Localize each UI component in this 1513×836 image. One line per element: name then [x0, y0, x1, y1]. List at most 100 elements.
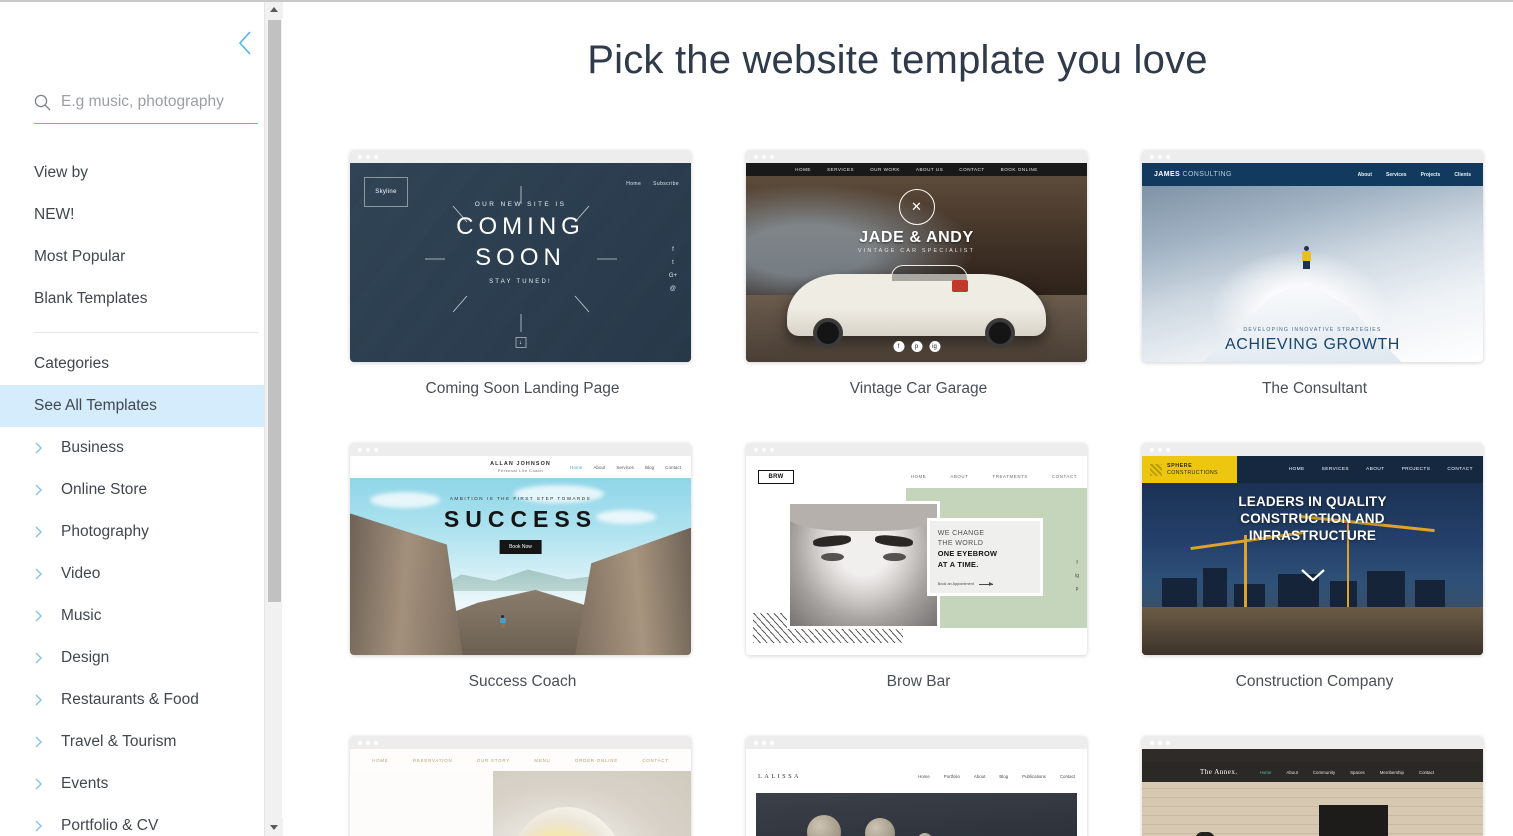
template-thumbnail[interactable]: HOME RESERVATION OUR STORY MENU ORDER ON…: [350, 736, 691, 836]
nav-link: HOME: [795, 167, 811, 172]
social-links: f p ig: [893, 341, 940, 352]
template-thumbnail[interactable]: Skyline Home Subscribe OUR NEW SITE IS C…: [350, 150, 691, 362]
sidebar-item-design[interactable]: Design: [0, 637, 282, 679]
template-headline-l1: LEADERS IN QUALITY: [1238, 494, 1387, 509]
social-links: f ig p: [1075, 560, 1079, 592]
window-dot-icon: [374, 154, 378, 159]
sidebar-item-label: Events: [61, 775, 109, 792]
browser-chrome-bar: [350, 150, 691, 163]
browser-chrome-bar: [746, 443, 1087, 456]
sidebar-divider: [34, 332, 258, 333]
chevron-right-icon: [34, 651, 56, 665]
sidebar-item-travel-tourism[interactable]: Travel & Tourism: [0, 721, 282, 763]
nav-link: Clients: [1454, 171, 1471, 178]
nav-link: Subscribe: [653, 181, 679, 187]
template-thumbnail[interactable]: The Annex. Home About Community Spaces M…: [1142, 736, 1483, 836]
scroll-up-button[interactable]: [265, 0, 283, 18]
sidebar-item-blank-templates[interactable]: Blank Templates: [0, 278, 282, 320]
nav-link: Home: [918, 773, 930, 779]
nav-link: Publications: [1022, 773, 1046, 779]
window-dot-icon: [1150, 740, 1154, 745]
nav-link: Spaces: [1350, 769, 1365, 775]
window-top-border: [0, 0, 1513, 2]
template-preview: Skyline Home Subscribe OUR NEW SITE IS C…: [350, 163, 691, 362]
sidebar-item-business[interactable]: Business: [0, 427, 282, 469]
nav-link: Community: [1312, 769, 1336, 775]
template-pre-headline: AMBITION IS THE FIRST STEP TOWARDS: [449, 496, 592, 501]
template-card[interactable]: HOME SERVICES OUR WORK ABOUT US CONTACT …: [746, 150, 1091, 398]
browser-chrome-bar: [746, 736, 1087, 749]
window-dot-icon: [358, 740, 362, 745]
template-card[interactable]: HOME RESERVATION OUR STORY MENU ORDER ON…: [350, 736, 695, 836]
window-dot-icon: [366, 154, 370, 159]
template-thumbnail[interactable]: JAMES CONSULTING About Services Projects…: [1142, 150, 1483, 362]
sidebar-item-most-popular[interactable]: Most Popular: [0, 236, 282, 278]
template-thumbnail[interactable]: LALISSA Home Portfolio About Blog Public…: [746, 736, 1087, 836]
sidebar-item-new[interactable]: NEW!: [0, 194, 282, 236]
window-dot-icon: [358, 154, 362, 159]
template-card[interactable]: Skyline Home Subscribe OUR NEW SITE IS C…: [350, 150, 695, 398]
window-dot-icon: [1158, 447, 1162, 452]
chevron-right-icon: [34, 609, 56, 623]
sidebar-item-events[interactable]: Events: [0, 763, 282, 805]
template-thumbnail[interactable]: SPHERE CONSTRUCTIONS HOME SERVICES ABOUT…: [1142, 443, 1483, 655]
sidebar-scrollbar[interactable]: [264, 0, 283, 836]
scrollbar-thumb[interactable]: [268, 20, 281, 602]
sidebar-item-label: Restaurants & Food: [61, 691, 199, 708]
nav-link: Services: [616, 464, 634, 470]
nav-link: OUR WORK: [870, 167, 900, 172]
window-dot-icon: [754, 447, 758, 452]
nav-link: Projects: [1420, 171, 1441, 178]
triangle-up-icon: [270, 6, 278, 12]
search-input[interactable]: [61, 92, 251, 117]
nav-link: SERVICES: [1321, 467, 1350, 472]
sidebar-item-restaurants-food[interactable]: Restaurants & Food: [0, 679, 282, 721]
template-card[interactable]: BRW HOME ABOUT TREATMENTS CONTACT WE CHA…: [746, 443, 1091, 691]
window-dot-icon: [762, 447, 766, 452]
search-box[interactable]: [34, 86, 258, 124]
sidebar-item-label: Online Store: [61, 481, 148, 498]
template-card[interactable]: SPHERE CONSTRUCTIONS HOME SERVICES ABOUT…: [1142, 443, 1487, 691]
sidebar-item-video[interactable]: Video: [0, 553, 282, 595]
arrow-right-icon: [978, 581, 993, 586]
template-cta-button: Book Now: [499, 540, 542, 554]
template-card[interactable]: LALISSA Home Portfolio About Blog Public…: [746, 736, 1091, 836]
template-preview: SPHERE CONSTRUCTIONS HOME SERVICES ABOUT…: [1142, 456, 1483, 655]
googleplus-icon: G+: [668, 273, 677, 279]
scroll-down-button[interactable]: [265, 818, 283, 836]
template-pre-headline: OUR NEW SITE IS: [474, 201, 567, 208]
nav-link: Contact: [665, 464, 681, 470]
window-dot-icon: [374, 740, 378, 745]
sidebar-item-portfolio-cv[interactable]: Portfolio & CV: [0, 805, 282, 836]
template-logo: ALLAN JOHNSON Personal Life Coach: [490, 461, 551, 473]
sidebar-collapse-button[interactable]: [230, 26, 260, 60]
sidebar-item-label: Business: [61, 439, 124, 456]
template-preview: BRW HOME ABOUT TREATMENTS CONTACT WE CHA…: [746, 456, 1087, 655]
template-card[interactable]: ALLAN JOHNSON Personal Life Coach Home A…: [350, 443, 695, 691]
sidebar-item-music[interactable]: Music: [0, 595, 282, 637]
nav-link: ABOUT US: [915, 167, 944, 172]
nav-link: About: [593, 464, 606, 470]
window-dot-icon: [770, 154, 774, 159]
sidebar-item-label: Video: [61, 565, 101, 582]
sidebar-item-photography[interactable]: Photography: [0, 511, 282, 553]
template-logo-line2: CONSTRUCTIONS: [1167, 469, 1218, 476]
template-headline: JADE & ANDY: [859, 229, 974, 246]
template-brand-bold: JAMES: [1154, 171, 1181, 178]
template-card[interactable]: JAMES CONSULTING About Services Projects…: [1142, 150, 1487, 398]
template-nav: HOME ABOUT TREATMENTS CONTACT: [911, 474, 1077, 479]
sidebar-item-online-store[interactable]: Online Store: [0, 469, 282, 511]
sidebar-item-see-all-templates[interactable]: See All Templates: [0, 385, 282, 427]
template-thumbnail[interactable]: HOME SERVICES OUR WORK ABOUT US CONTACT …: [746, 150, 1087, 362]
template-headline-l4: AT A TIME.: [937, 560, 979, 570]
chevron-right-icon: [34, 441, 56, 455]
sidebar-item-label: Photography: [61, 523, 149, 540]
sidebar-item-label: Music: [61, 607, 102, 624]
main-content: Pick the website template you love Skyli…: [282, 0, 1513, 836]
template-thumbnail[interactable]: ALLAN JOHNSON Personal Life Coach Home A…: [350, 443, 691, 655]
template-nav: LALISSA Home Portfolio About Blog Public…: [746, 767, 1087, 785]
facebook-icon: f: [1076, 560, 1078, 566]
nav-link-active: Home: [570, 464, 583, 470]
template-thumbnail[interactable]: BRW HOME ABOUT TREATMENTS CONTACT WE CHA…: [746, 443, 1087, 655]
template-card[interactable]: The Annex. Home About Community Spaces M…: [1142, 736, 1487, 836]
